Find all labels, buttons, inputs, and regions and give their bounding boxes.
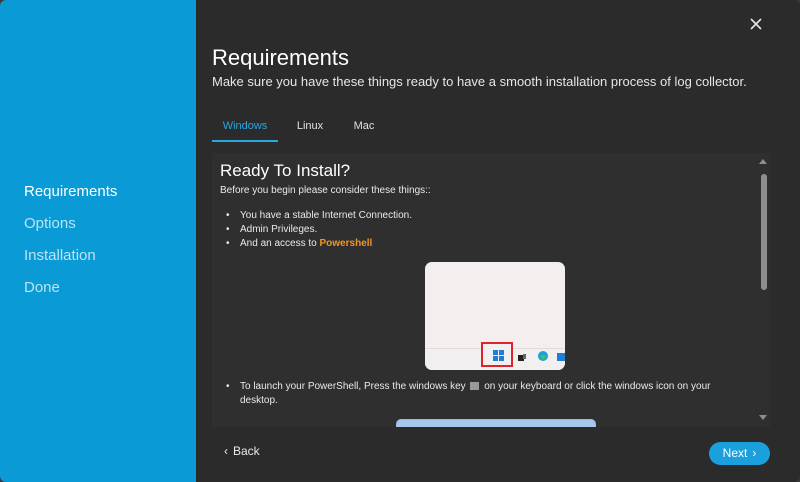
installer-window: Requirements Options Installation Done R… bbox=[0, 0, 800, 482]
content-intro: Before you begin please consider these t… bbox=[220, 185, 431, 196]
next-screenshot-image bbox=[396, 419, 596, 427]
os-tabs: Windows Linux Mac bbox=[212, 114, 772, 144]
launch-instruction: To launch your PowerShell, Press the win… bbox=[226, 380, 746, 408]
tab-windows[interactable]: Windows bbox=[212, 114, 278, 142]
requirements-content-panel[interactable]: Ready To Install? Before you begin pleas… bbox=[212, 153, 770, 427]
page-title: Requirements bbox=[212, 45, 349, 70]
task-view-icon bbox=[518, 354, 526, 361]
scrollbar[interactable] bbox=[756, 153, 770, 427]
close-icon bbox=[750, 18, 762, 30]
app-taskbar-icon bbox=[557, 353, 565, 361]
back-button[interactable]: ‹ Back bbox=[224, 444, 260, 458]
scrollbar-thumb[interactable] bbox=[761, 174, 767, 290]
content-heading: Ready To Install? bbox=[220, 161, 351, 180]
sidebar-step-installation[interactable]: Installation bbox=[24, 247, 96, 264]
back-label: Back bbox=[233, 444, 260, 458]
main-panel: Requirements Make sure you have these th… bbox=[196, 0, 800, 482]
scroll-up-arrow-icon[interactable] bbox=[759, 159, 767, 164]
list-item: Admin Privileges. bbox=[226, 223, 412, 237]
list-item: You have a stable Internet Connection. bbox=[226, 209, 412, 223]
chevron-left-icon: ‹ bbox=[224, 444, 228, 458]
taskbar-screenshot-image bbox=[425, 262, 565, 370]
list-item-text: Admin Privileges. bbox=[240, 224, 318, 235]
sidebar: Requirements Options Installation Done bbox=[0, 0, 196, 482]
sidebar-step-requirements[interactable]: Requirements bbox=[24, 183, 117, 200]
requirements-list: You have a stable Internet Connection. A… bbox=[226, 209, 412, 251]
windows-start-icon bbox=[481, 342, 513, 367]
sidebar-step-options[interactable]: Options bbox=[24, 215, 76, 232]
list-item: And an access to Powershell bbox=[226, 237, 412, 251]
next-button[interactable]: Next › bbox=[709, 442, 770, 465]
scroll-down-arrow-icon[interactable] bbox=[759, 415, 767, 420]
chevron-right-icon: › bbox=[752, 446, 757, 460]
windows-key-icon bbox=[470, 382, 480, 390]
close-button[interactable] bbox=[746, 14, 766, 34]
next-label: Next bbox=[722, 446, 748, 460]
list-item-text: And an access to bbox=[240, 238, 320, 249]
page-subtitle: Make sure you have these things ready to… bbox=[212, 74, 747, 89]
launch-text-before: To launch your PowerShell, Press the win… bbox=[240, 381, 466, 392]
tab-linux[interactable]: Linux bbox=[286, 114, 334, 142]
edge-browser-icon bbox=[538, 351, 548, 361]
list-item-text: You have a stable Internet Connection. bbox=[240, 210, 412, 221]
tab-mac[interactable]: Mac bbox=[346, 114, 382, 142]
sidebar-step-done[interactable]: Done bbox=[24, 279, 60, 296]
powershell-highlight: Powershell bbox=[319, 238, 373, 249]
